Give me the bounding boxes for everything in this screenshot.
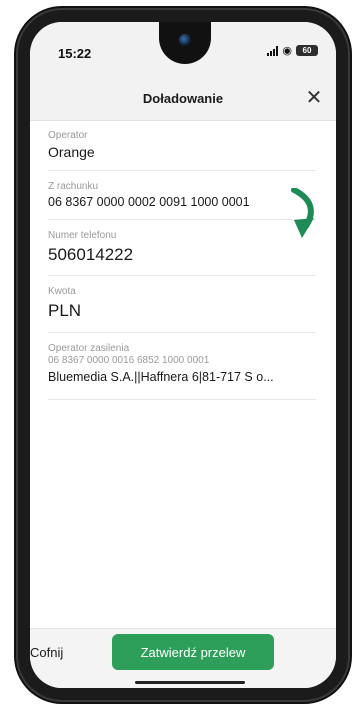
field-operator-value: Orange [48, 144, 95, 160]
curved-arrow-icon [291, 188, 314, 238]
nav-header: Doładowanie ✕ [30, 80, 336, 121]
signal-icon [267, 45, 279, 56]
wifi-icon: ◉ [282, 44, 292, 57]
field-amount-label: Kwota [48, 286, 76, 297]
field-top-up-operator-account: 06 8367 0000 0016 6852 1000 0001 [48, 355, 210, 366]
field-account-value: 06 8367 0000 0002 0091 1000 0001 [48, 195, 250, 209]
page-title: Doładowanie [142, 91, 224, 106]
field-top-up-operator-label: Operator zasilenia [48, 343, 130, 354]
home-indicator [135, 681, 245, 684]
field-amount[interactable]: Kwota PLN [48, 276, 316, 333]
field-account-label: Z rachunku [48, 181, 99, 192]
field-amount-value[interactable]: PLN [48, 301, 316, 321]
status-icons: ◉ 60 [267, 45, 318, 56]
camera-icon [179, 34, 191, 46]
field-account: Z rachunku 06 8367 0000 0002 0091 1000 0… [48, 171, 316, 220]
phone-frame: 15:22 ◉ 60 Doładowanie ✕ Operator Orange [18, 10, 348, 700]
close-icon[interactable]: ✕ [302, 86, 326, 110]
field-top-up-operator: Operator zasilenia 06 8367 0000 0016 685… [48, 333, 316, 400]
confirm-transfer-button[interactable]: Zatwierdź przelew [112, 634, 274, 670]
battery-icon: 60 [296, 45, 318, 56]
field-operator-label: Operator [48, 130, 88, 141]
camera-notch [159, 22, 211, 64]
field-phone-label: Numer telefonu [48, 230, 117, 241]
field-operator: Operator Orange [48, 120, 316, 171]
field-phone-value[interactable]: 506014222 [48, 245, 316, 265]
back-button[interactable]: Cofnij [30, 645, 63, 660]
field-phone-number[interactable]: Numer telefonu 506014222 [48, 220, 316, 276]
status-time: 15:22 [58, 46, 92, 61]
bottom-action-bar: Cofnij Zatwierdź przelew [30, 628, 336, 688]
form-details: Operator Orange Z rachunku 06 8367 0000 … [48, 120, 316, 400]
phone-screen: 15:22 ◉ 60 Doładowanie ✕ Operator Orange [30, 22, 336, 688]
field-top-up-operator-value: Bluemedia S.A.||Haffnera 6|81-717 S o... [48, 370, 274, 384]
status-bar: 15:22 ◉ 60 [30, 22, 336, 80]
